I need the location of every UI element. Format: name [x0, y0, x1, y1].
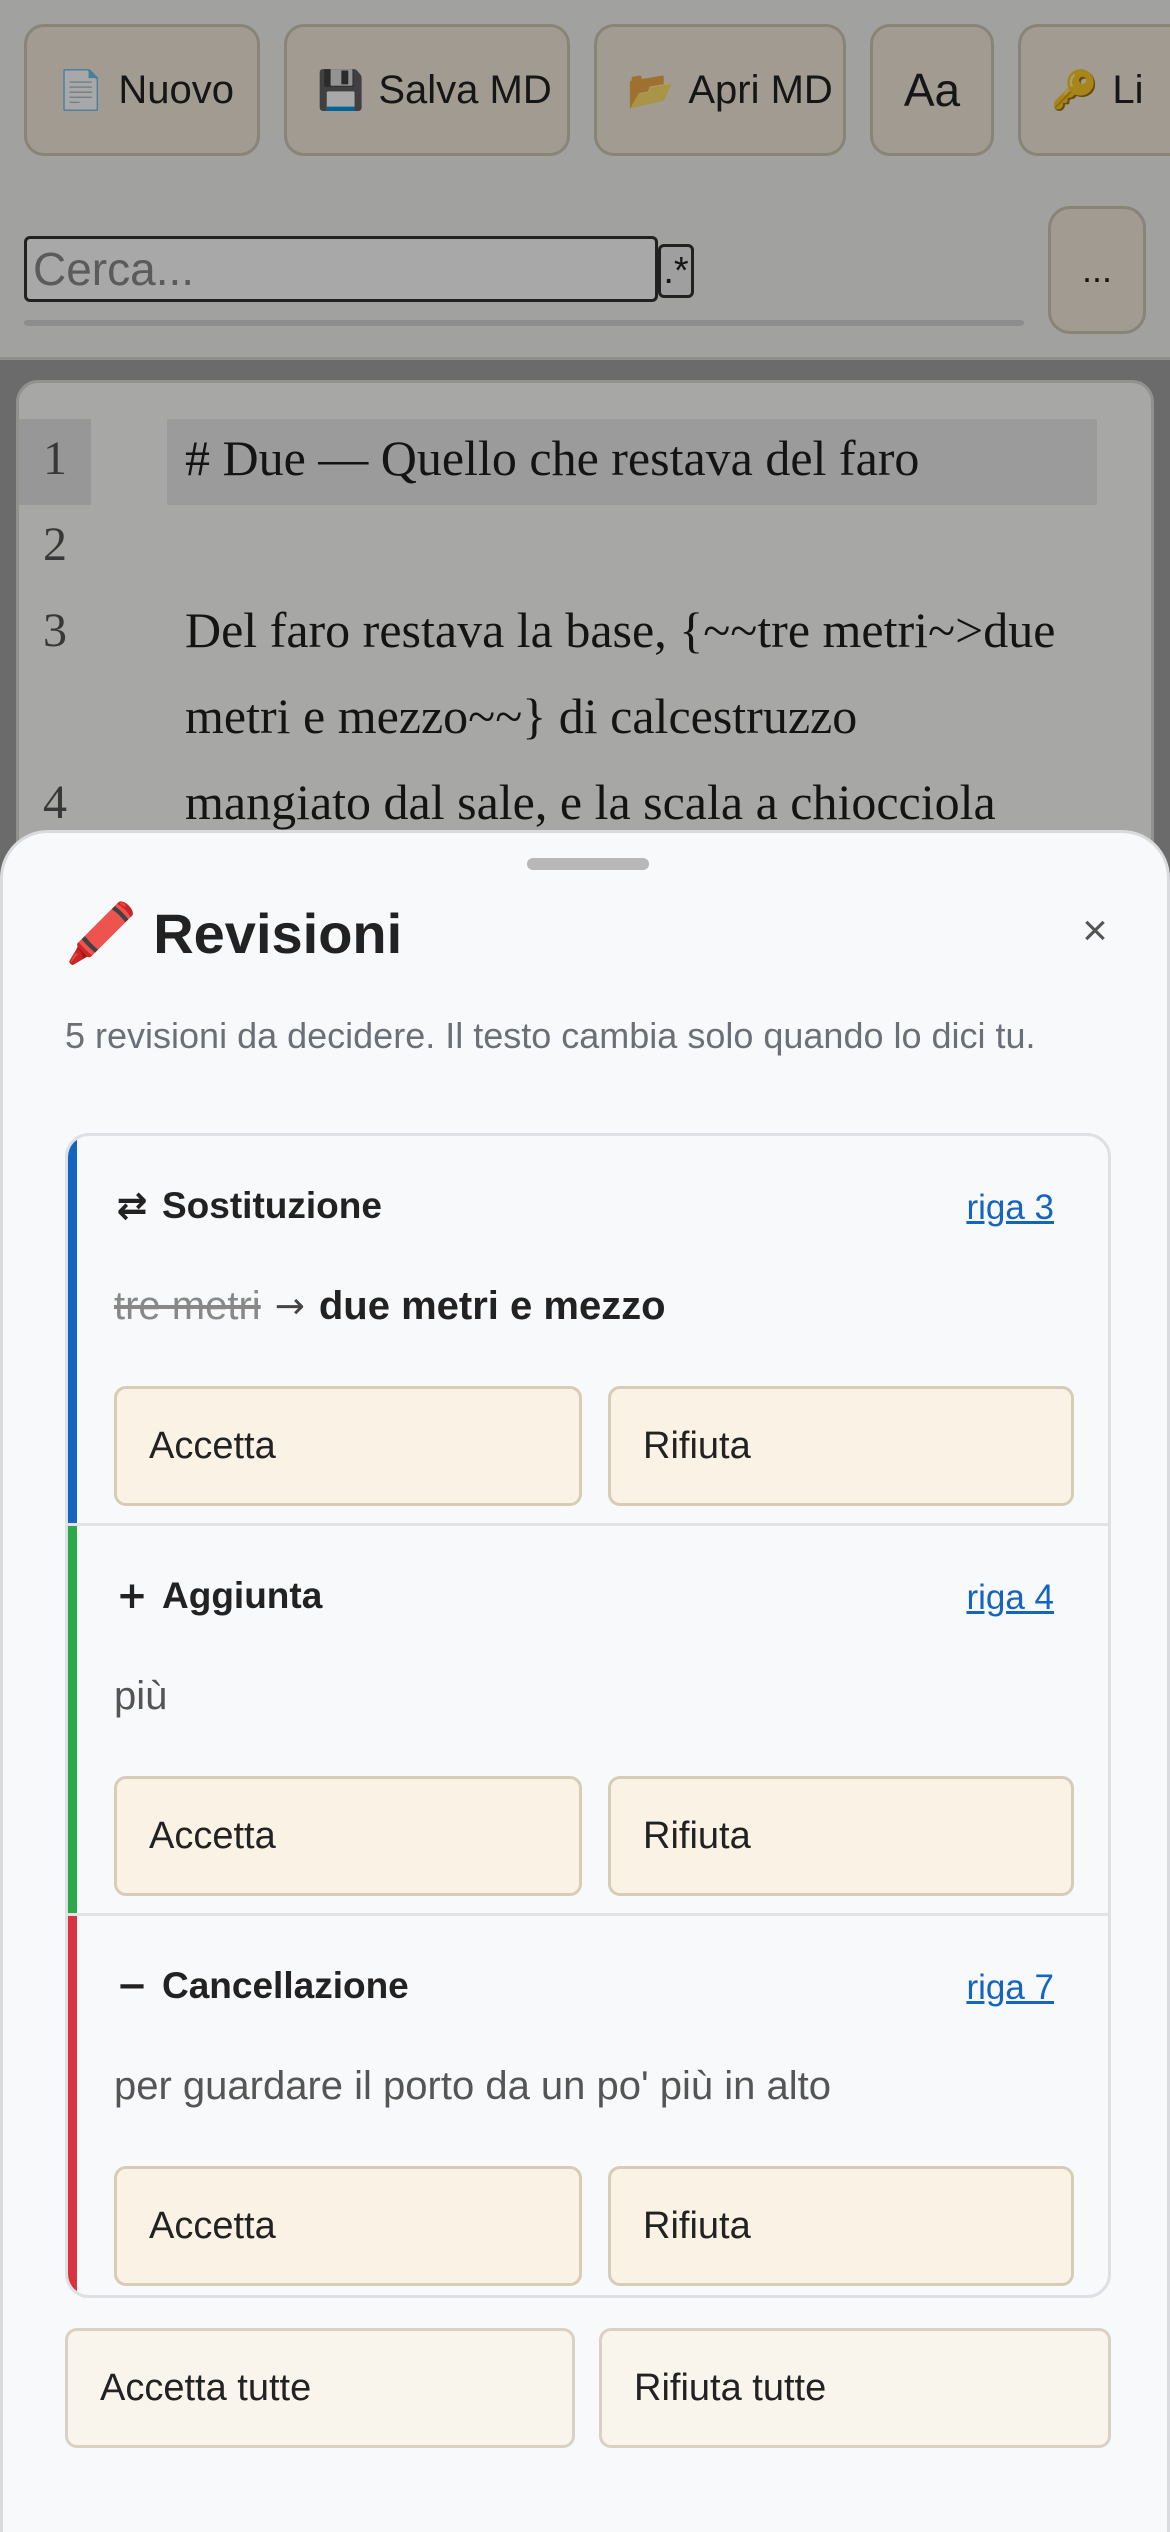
- reject-button[interactable]: Rifiuta: [608, 1776, 1074, 1896]
- accept-button[interactable]: Accetta: [114, 1386, 582, 1506]
- revision-text: per guardare il porto da un po' più in a…: [114, 2064, 832, 2108]
- line-link[interactable]: riga 3: [966, 1188, 1054, 1228]
- revision-type-label: Cancellazione: [162, 1964, 409, 2006]
- close-button[interactable]: ×: [1073, 901, 1117, 961]
- revision-type-stripe: [68, 1526, 77, 1913]
- accept-button[interactable]: Accetta: [114, 1776, 582, 1896]
- arrow-right-icon: →: [274, 1286, 305, 1327]
- revision-diff: tre metri → due metri e mezzo: [114, 1284, 666, 1329]
- revision-type: + Aggiunta: [114, 1574, 322, 1617]
- revision-card-substitution: ⇄ Sostituzione riga 3 tre metri → due me…: [68, 1136, 1108, 1526]
- plus-icon: +: [116, 1574, 148, 1617]
- line-link[interactable]: riga 4: [966, 1578, 1054, 1618]
- crayon-icon: 🖍️: [65, 899, 138, 967]
- accept-all-button[interactable]: Accetta tutte: [65, 2328, 575, 2448]
- revision-type: ⇄ Sostituzione: [114, 1184, 382, 1227]
- revision-type-label: Sostituzione: [162, 1184, 382, 1226]
- revision-type-stripe: [68, 1916, 77, 2295]
- revisions-list: ⇄ Sostituzione riga 3 tre metri → due me…: [65, 1133, 1111, 2298]
- minus-icon: −: [116, 1964, 148, 2007]
- revisions-sheet: 🖍️ Revisioni × 5 revisioni da decidere. …: [0, 830, 1170, 2532]
- accept-button[interactable]: Accetta: [114, 2166, 582, 2286]
- sheet-subtitle: 5 revisioni da decidere. Il testo cambia…: [65, 1015, 1036, 1056]
- revision-type: − Cancellazione: [114, 1964, 409, 2007]
- reject-button[interactable]: Rifiuta: [608, 2166, 1074, 2286]
- revision-text: più: [114, 1674, 168, 1718]
- revision-type-stripe: [68, 1136, 77, 1523]
- sheet-header: 🖍️ Revisioni: [65, 899, 402, 968]
- line-link[interactable]: riga 7: [966, 1968, 1054, 2008]
- revision-card-addition: + Aggiunta riga 4 più Accetta Rifiuta: [68, 1526, 1108, 1916]
- sheet-title: Revisioni: [153, 902, 403, 965]
- revision-type-label: Aggiunta: [162, 1574, 323, 1616]
- swap-icon: ⇄: [116, 1184, 148, 1227]
- revision-card-deletion: − Cancellazione riga 7 per guardare il p…: [68, 1916, 1108, 2295]
- reject-button[interactable]: Rifiuta: [608, 1386, 1074, 1506]
- new-text: due metri e mezzo: [318, 1284, 666, 1328]
- sheet-drag-handle[interactable]: [527, 858, 649, 870]
- old-text: tre metri: [114, 1284, 261, 1328]
- reject-all-button[interactable]: Rifiuta tutte: [599, 2328, 1111, 2448]
